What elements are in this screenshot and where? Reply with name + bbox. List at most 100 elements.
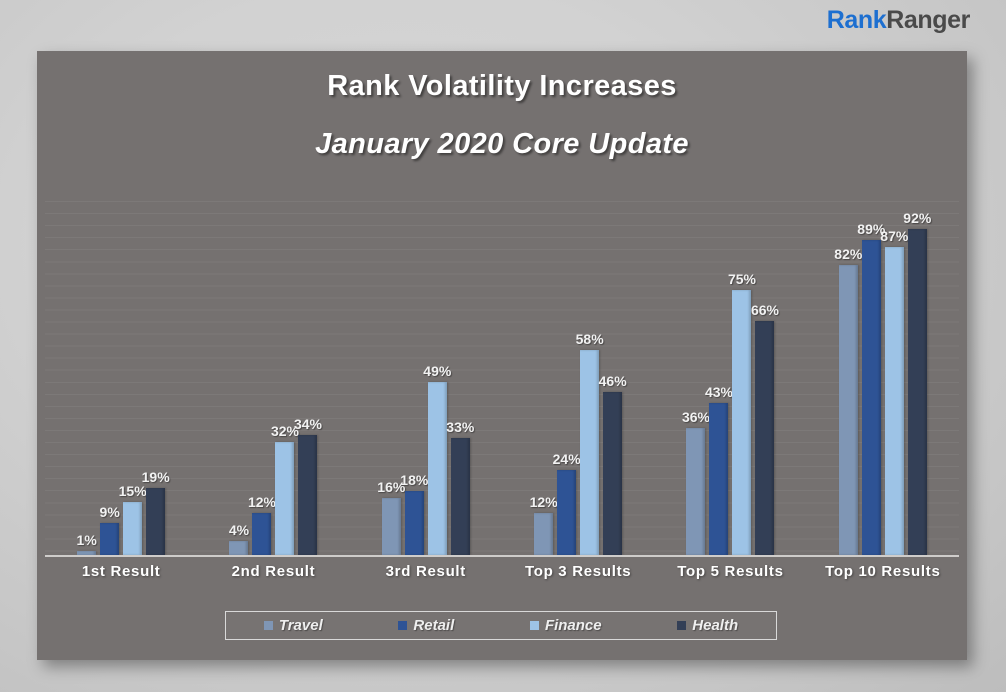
bar-value-label: 43% — [704, 383, 733, 400]
bar-value-label: 33% — [446, 419, 475, 436]
bar-rect[interactable] — [838, 264, 858, 555]
bar-finance-4[interactable]: 75% — [728, 201, 756, 555]
bar-health-0[interactable]: 19% — [142, 201, 170, 555]
bar-value-label: 34% — [293, 415, 322, 432]
bar-rect[interactable] — [557, 470, 577, 555]
bar-rect[interactable] — [755, 321, 775, 555]
bar-value-label: 87% — [880, 228, 909, 245]
bar-rect[interactable] — [534, 512, 554, 555]
bar-rect[interactable] — [580, 349, 600, 555]
bar-value-label: 58% — [575, 330, 604, 347]
bar-value-label: 1% — [76, 532, 97, 549]
bar-group: 1% 9% 15% 19% — [45, 201, 197, 555]
bar-rect[interactable] — [732, 289, 752, 555]
bar-group: 36% 43% 75% 66% — [654, 201, 806, 555]
bar-retail-0[interactable]: 9% — [99, 201, 120, 555]
bar-group: 16% 18% 49% 33% — [350, 201, 502, 555]
chart-subtitle: January 2020 Core Update — [315, 127, 689, 160]
bar-value-label: 18% — [400, 472, 429, 489]
logo-ranger-text: Ranger — [886, 6, 970, 34]
legend-swatch-icon — [677, 621, 687, 630]
legend-label: Health — [692, 617, 739, 634]
bar-travel-2[interactable]: 16% — [377, 201, 405, 555]
bar-rect[interactable] — [146, 487, 166, 555]
category-label: 2nd Result — [231, 563, 316, 580]
legend-label: Retail — [413, 617, 455, 634]
legend-item-finance[interactable]: Finance — [529, 617, 602, 634]
bar-rect[interactable] — [123, 501, 143, 555]
bar-rect[interactable] — [686, 427, 706, 555]
bar-health-4[interactable]: 66% — [751, 201, 779, 555]
bar-rect[interactable] — [404, 491, 424, 555]
bar-finance-0[interactable]: 15% — [119, 201, 147, 555]
bar-retail-2[interactable]: 18% — [400, 201, 428, 555]
legend-swatch-icon — [263, 621, 273, 630]
legend-label: Finance — [544, 617, 602, 634]
legend-item-travel[interactable]: Travel — [263, 617, 323, 634]
bar-groups: 1% 9% 15% 19% 4% 12% 32% 34% 16% 18% 49% 33% 12% 24% 5… — [45, 201, 959, 555]
rankranger-logo: RankRanger — [826, 6, 971, 34]
legend-item-health[interactable]: Health — [677, 617, 738, 634]
bar-retail-4[interactable]: 43% — [705, 201, 733, 555]
x-axis-line — [45, 555, 959, 557]
bar-value-label: 12% — [529, 493, 558, 510]
bar-value-label: 66% — [750, 302, 779, 319]
bar-rect[interactable] — [381, 498, 401, 555]
bar-health-2[interactable]: 33% — [446, 201, 474, 555]
bar-rect[interactable] — [100, 523, 120, 555]
bar-travel-5[interactable]: 82% — [834, 201, 862, 555]
category-label: Top 10 Results — [825, 563, 941, 580]
chart-title: Rank Volatility Increases — [327, 70, 677, 102]
logo-rank-text: Rank — [826, 6, 887, 34]
bar-value-label: 49% — [423, 362, 452, 379]
bar-rect[interactable] — [252, 512, 272, 555]
bar-value-label: 92% — [903, 210, 932, 227]
bar-finance-5[interactable]: 87% — [880, 201, 908, 555]
category-label: 3rd Result — [385, 563, 466, 580]
bar-value-label: 82% — [834, 245, 863, 262]
bar-rect[interactable] — [275, 441, 295, 555]
bar-health-1[interactable]: 34% — [294, 201, 322, 555]
category-label: Top 3 Results — [524, 563, 632, 580]
bar-retail-1[interactable]: 12% — [248, 201, 276, 555]
legend-swatch-icon — [529, 621, 539, 630]
bar-group: 4% 12% 32% 34% — [197, 201, 349, 555]
bar-rect[interactable] — [450, 438, 470, 555]
bar-travel-1[interactable]: 4% — [228, 201, 250, 555]
category-axis-labels: 1st Result 2nd Result 3rd Result Top 3 Resu… — [45, 563, 959, 580]
legend-item-retail[interactable]: Retail — [398, 617, 454, 634]
bar-retail-3[interactable]: 24% — [553, 201, 581, 555]
bar-finance-1[interactable]: 32% — [271, 201, 299, 555]
bar-rect[interactable] — [907, 229, 927, 555]
bar-rect[interactable] — [603, 392, 623, 555]
bar-travel-4[interactable]: 36% — [682, 201, 710, 555]
bar-rect[interactable] — [298, 434, 318, 555]
bar-rect[interactable] — [861, 239, 881, 555]
category-label: 1st Result — [81, 563, 161, 580]
chart-panel: Rank Volatility Increases January 2020 C… — [37, 51, 967, 660]
bar-health-3[interactable]: 46% — [599, 201, 627, 555]
bar-value-label: 9% — [99, 504, 120, 521]
title-block: Rank Volatility Increases January 2020 C… — [37, 70, 967, 161]
bar-value-label: 75% — [727, 270, 756, 287]
bar-value-label: 15% — [118, 482, 147, 499]
bar-finance-2[interactable]: 49% — [423, 201, 451, 555]
bar-group: 82% 89% 87% 92% — [807, 201, 959, 555]
bar-rect[interactable] — [709, 402, 729, 555]
bar-value-label: 4% — [228, 521, 250, 538]
bar-rect[interactable] — [884, 247, 904, 555]
bar-health-5[interactable]: 92% — [903, 201, 931, 555]
legend-label: Travel — [278, 617, 323, 634]
bar-group: 12% 24% 58% 46% — [502, 201, 654, 555]
bar-travel-0[interactable]: 1% — [76, 201, 97, 555]
bar-rect[interactable] — [427, 381, 447, 555]
bar-value-label: 12% — [247, 493, 276, 510]
bar-value-label: 19% — [141, 468, 170, 485]
bar-travel-3[interactable]: 12% — [530, 201, 558, 555]
bar-rect[interactable] — [229, 540, 249, 555]
bar-finance-3[interactable]: 58% — [576, 201, 604, 555]
chart-legend: Travel Retail Finance Health — [225, 611, 777, 640]
legend-swatch-icon — [398, 621, 408, 630]
bar-value-label: 36% — [681, 408, 710, 425]
bar-retail-5[interactable]: 89% — [857, 201, 885, 555]
